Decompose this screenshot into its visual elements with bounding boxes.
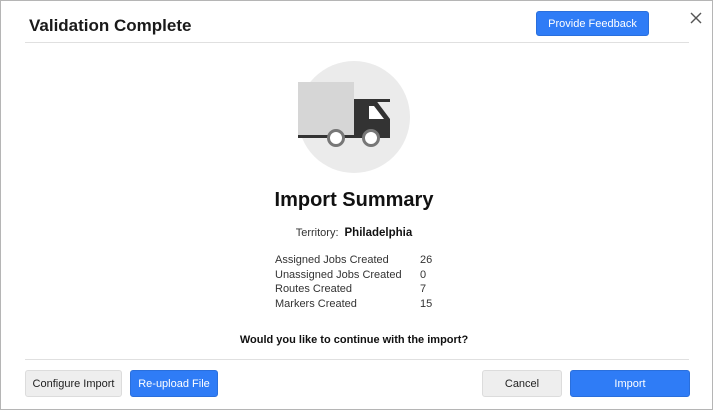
footer-divider [25,359,689,360]
validation-dialog: Validation Complete Provide Feedback Imp… [0,0,713,410]
provide-feedback-button[interactable]: Provide Feedback [536,11,649,36]
stats-table: Assigned Jobs Created 26 Unassigned Jobs… [275,253,432,311]
dialog-title: Validation Complete [29,16,192,35]
territory-value: Philadelphia [344,227,413,239]
stat-label: Unassigned Jobs Created [275,268,402,281]
continue-question: Would you like to continue with the impo… [239,334,469,346]
stat-value: 15 [420,297,433,310]
territory-label: Territory: [295,227,339,239]
import-button[interactable]: Import [570,370,690,397]
stat-label: Routes Created [275,283,353,295]
close-icon[interactable] [688,10,704,26]
truck-illustration [298,61,410,173]
stat-row: Markers Created 15 [275,297,432,312]
import-summary-title: Import Summary [274,189,434,211]
truck-icon [298,82,390,147]
stat-value: 0 [420,268,427,281]
stat-row: Routes Created 7 [275,282,432,297]
stat-row: Assigned Jobs Created 26 [275,253,432,268]
stat-value: 26 [420,254,433,266]
stat-value: 7 [420,283,427,295]
cancel-button[interactable]: Cancel [482,370,562,397]
configure-import-button[interactable]: Configure Import [25,370,122,397]
stat-label: Assigned Jobs Created [275,254,389,266]
stat-row: Unassigned Jobs Created 0 [275,268,432,283]
territory-line: Territory: Philadelphia [1,227,707,239]
reupload-file-button[interactable]: Re-upload File [130,370,218,397]
stat-label: Markers Created [275,297,357,310]
